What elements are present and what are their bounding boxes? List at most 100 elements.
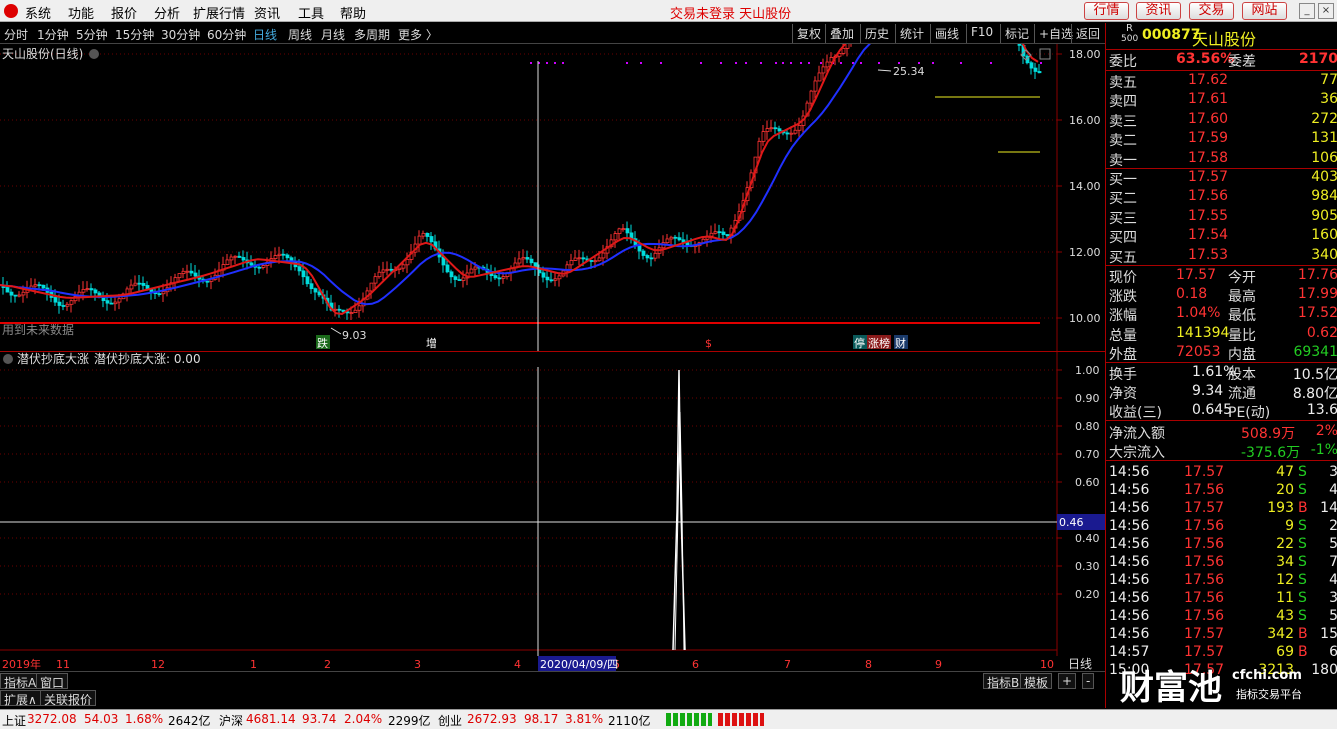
stat-value-2: 17.76 — [1297, 267, 1337, 283]
marker-down[interactable]: 跌 — [317, 336, 328, 350]
cursor-value: 0.46 — [1059, 516, 1084, 529]
toolbar-f10[interactable]: F10 — [966, 24, 997, 43]
sh-change: 54.03 — [84, 712, 119, 726]
flow-value: -375.6万 — [1241, 445, 1301, 461]
toolbar-history[interactable]: 历史 — [860, 24, 893, 43]
candle-body — [377, 271, 382, 278]
candle-body — [461, 277, 466, 281]
close-icon[interactable]: × — [1318, 3, 1334, 19]
tab-add[interactable]: + — [1058, 673, 1077, 689]
future-data-note: 用到未来数据 — [2, 322, 74, 337]
sell-level-label: 卖三 — [1109, 113, 1137, 130]
candle-body — [89, 288, 94, 291]
tick-side: S — [1298, 608, 1307, 624]
cy-label[interactable]: 创业 — [438, 712, 462, 729]
candle-body — [821, 66, 826, 74]
menu-extended[interactable]: 扩展行情 — [193, 3, 245, 22]
toolbar-restore-rights[interactable]: 复权 — [792, 24, 825, 43]
sell-price: 17.60 — [1188, 110, 1229, 127]
marker-halt[interactable]: 停 — [854, 336, 865, 350]
signal-dot — [918, 62, 920, 64]
app-logo-icon[interactable] — [4, 4, 18, 18]
tick-row: 14:56 17.56 34 S 7 — [1106, 554, 1337, 573]
period-monthly[interactable]: 月线 — [321, 26, 345, 43]
sh-label[interactable]: 上证 — [2, 712, 26, 729]
minimize-icon[interactable]: _ — [1299, 3, 1315, 19]
tick-volume: 20 — [1276, 482, 1294, 498]
toolbar-mark[interactable]: 标记 — [1000, 24, 1033, 43]
signal-dot — [700, 62, 702, 64]
tab-related-quote[interactable]: 关联报价 — [40, 690, 97, 707]
tab-window[interactable]: 窗口 — [36, 673, 69, 690]
fundamental-value: 9.34 — [1192, 382, 1224, 399]
tick-price: 17.56 — [1184, 518, 1225, 534]
period-60min[interactable]: 60分钟 — [207, 26, 246, 43]
period-timeshare[interactable]: 分时 — [4, 26, 28, 43]
toolbar-draw[interactable]: 画线 — [930, 24, 963, 43]
kline-options-icon[interactable] — [89, 49, 99, 59]
nav-quote-button[interactable]: 行情 — [1084, 2, 1129, 20]
marker-finance[interactable]: 财 — [895, 336, 906, 350]
candle-body — [577, 257, 582, 260]
candle-body — [789, 132, 794, 135]
menu-function[interactable]: 功能 — [68, 3, 94, 22]
tab-indicator-a[interactable]: 指标A — [0, 673, 41, 690]
tab-expand[interactable]: 扩展∧ — [0, 690, 41, 707]
candle-body — [725, 234, 730, 237]
cursor-date: 2020/04/09/四 — [540, 658, 618, 671]
candle-body — [189, 270, 194, 274]
menu-tools[interactable]: 工具 — [298, 3, 324, 22]
indicator-tabs: 指标A 窗口 指标B 模板 + - — [0, 671, 1105, 690]
indicator-options-icon[interactable] — [3, 354, 13, 364]
nav-info-button[interactable]: 资讯 — [1136, 2, 1181, 20]
toolbar-back[interactable]: 返回 — [1071, 24, 1104, 43]
toolbar-stats[interactable]: 统计 — [895, 24, 928, 43]
nav-site-button[interactable]: 网站 — [1242, 2, 1287, 20]
period-1min[interactable]: 1分钟 — [37, 26, 69, 43]
candle-body — [449, 271, 454, 278]
tick-time: 14:56 — [1109, 608, 1150, 624]
candle-body — [545, 276, 550, 281]
marker-top-list[interactable]: 涨榜 — [868, 336, 890, 350]
nav-trade-button[interactable]: 交易 — [1189, 2, 1234, 20]
tick-count: 5 — [1329, 608, 1337, 624]
period-multi[interactable]: 多周期 — [354, 26, 390, 43]
menu-info[interactable]: 资讯 — [254, 3, 280, 22]
sz-label[interactable]: 沪深 — [219, 712, 243, 729]
tab-template[interactable]: 模板 — [1020, 673, 1053, 690]
menu-analysis[interactable]: 分析 — [154, 3, 180, 22]
tab-indicator-b[interactable]: 指标B — [983, 673, 1024, 690]
candle-body — [501, 276, 506, 279]
period-more[interactable]: 更多 〉 — [398, 26, 438, 43]
toolbar-overlay[interactable]: 叠加 — [825, 24, 858, 43]
marker-dollar[interactable]: $ — [705, 337, 712, 350]
period-15min[interactable]: 15分钟 — [115, 26, 154, 43]
candle-body — [717, 231, 722, 234]
marker-increase[interactable]: 增 — [426, 336, 437, 350]
candle-body — [53, 297, 58, 303]
sell-level-label: 卖一 — [1109, 152, 1137, 169]
signal-dot — [554, 62, 556, 64]
tick-volume: 12 — [1276, 572, 1294, 588]
candle-body — [133, 282, 138, 286]
menu-help[interactable]: 帮助 — [340, 3, 366, 22]
menu-quote[interactable]: 报价 — [111, 3, 137, 22]
sell-row: 卖三 17.60 272 — [1106, 111, 1337, 130]
candle-body — [765, 128, 770, 132]
signal-dot — [530, 62, 532, 64]
menu-system[interactable]: 系统 — [25, 3, 51, 22]
kline-chart[interactable]: 24.0022.0020.0018.0016.0014.0012.0010.00… — [0, 44, 1105, 352]
period-daily[interactable]: 日线 — [253, 26, 277, 43]
period-30min[interactable]: 30分钟 — [161, 26, 200, 43]
flow-value: 508.9万 — [1241, 426, 1296, 442]
fundamental-value: 0.645 — [1192, 401, 1233, 418]
candle-body — [161, 291, 166, 295]
flow-label: 净流入额 — [1109, 426, 1165, 442]
buy-volume: 905 — [1311, 207, 1337, 224]
indicator-chart[interactable]: 潜伏抄底大涨 潜伏抄底大涨: 0.00 1.00 0.90 0.80 0.70 0.60… — [0, 352, 1105, 656]
period-5min[interactable]: 5分钟 — [76, 26, 108, 43]
period-weekly[interactable]: 周线 — [288, 26, 312, 43]
tab-remove[interactable]: - — [1082, 673, 1095, 689]
flow-percent: -1% — [1310, 442, 1337, 458]
candle-body — [241, 257, 246, 261]
